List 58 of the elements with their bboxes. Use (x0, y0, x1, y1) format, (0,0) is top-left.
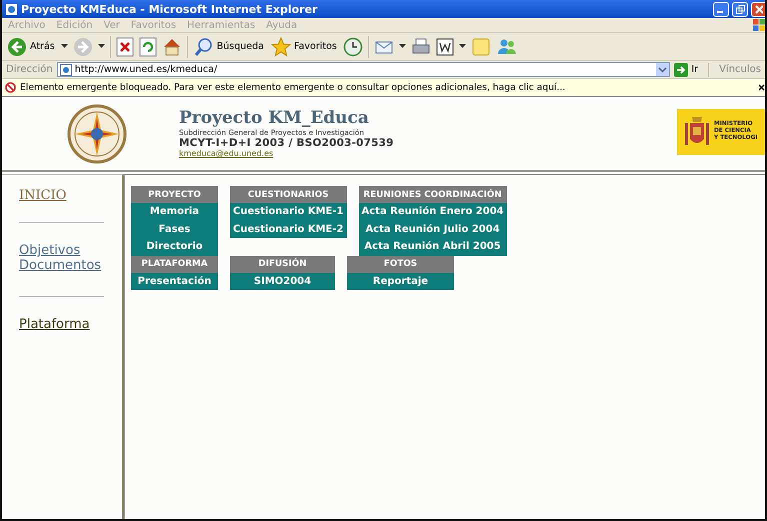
menu-section-header: FOTOS (347, 256, 454, 272)
minimize-button[interactable] (713, 2, 729, 16)
caret-icon[interactable] (398, 44, 406, 49)
restore-button[interactable] (732, 2, 748, 16)
seal-logo-icon (67, 104, 127, 164)
stop-icon[interactable] (116, 36, 134, 56)
menu-link[interactable]: SIMO2004 (230, 272, 335, 290)
printer-icon[interactable] (410, 36, 431, 56)
site-title: Proyecto KM_Educa (179, 109, 370, 128)
menu-section-header: REUNIONES COORDINACIÓN (358, 186, 507, 203)
project-code: MCYT-I+D+I 2003 / BSO2003-07539 (179, 137, 395, 149)
document-icon[interactable] (436, 38, 454, 56)
arrow-icon (674, 62, 688, 76)
people-icon[interactable] (496, 36, 518, 56)
menu-link[interactable]: Acta Reunión Abril 2005 (358, 238, 507, 256)
page-icon (5, 2, 18, 16)
menu-link[interactable]: Acta Reunión Julio 2004 (358, 220, 507, 238)
menu-link[interactable]: Memoria (131, 203, 218, 220)
window-title: Proyecto KMEduca - Microsoft Internet Explorer (21, 2, 318, 16)
email-link[interactable]: kmeduca@edu.uned.es (179, 149, 274, 158)
menu-link[interactable]: Fases (131, 220, 218, 238)
menu-section-header: CUESTIONARIOS (230, 186, 346, 203)
star-icon (270, 36, 291, 56)
menu-link[interactable]: Presentación (131, 272, 218, 290)
sidebar-link[interactable]: Plataforma (19, 317, 90, 332)
close-button[interactable] (751, 2, 765, 16)
caret-icon[interactable] (60, 44, 68, 49)
caret-icon[interactable] (458, 44, 466, 49)
windows-logo-icon (753, 19, 765, 31)
close-icon (754, 4, 762, 14)
sidebar-link[interactable]: INICIO (19, 188, 66, 203)
page-icon (60, 64, 72, 76)
menu-link[interactable]: Reportaje (347, 272, 454, 290)
menu-link[interactable]: Directorio (131, 238, 218, 256)
blocked-icon (5, 82, 16, 93)
menu-section-header: PLATAFORMA (131, 256, 218, 272)
links-button[interactable]: Vínculos (719, 64, 761, 75)
go-button[interactable]: Ir (674, 62, 698, 76)
search-icon (194, 36, 214, 56)
sidebar-link[interactable]: Documentos (19, 258, 102, 273)
menu-link[interactable]: Cuestionario KME-1 (230, 203, 346, 220)
menu-link[interactable]: Cuestionario KME-2 (230, 220, 346, 238)
close-icon[interactable] (759, 84, 765, 91)
back-button[interactable]: Atrás (6, 36, 56, 56)
caret-icon[interactable] (98, 44, 105, 49)
menu-section-header: DIFUSIÓN (230, 256, 335, 272)
menu-section-header: PROYECTO (131, 186, 218, 203)
dropdown-icon[interactable] (656, 63, 670, 76)
restore-icon (736, 4, 744, 14)
home-icon[interactable] (162, 36, 182, 56)
sidebar-link[interactable]: Objetivos (19, 243, 80, 258)
clock-icon[interactable] (342, 36, 363, 56)
refresh-icon[interactable] (138, 36, 157, 56)
address-field[interactable]: http://www.uned.es/kmeduca/ (56, 62, 670, 77)
address-label: Dirección (6, 64, 53, 75)
menu-link[interactable]: Acta Reunión Enero 2004 (358, 203, 507, 220)
favorites-button[interactable]: Favoritos (270, 36, 338, 56)
search-button[interactable]: Búsqueda (192, 36, 265, 56)
